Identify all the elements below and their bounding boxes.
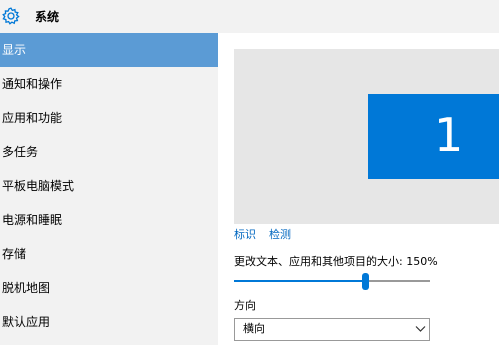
sidebar-item-power-sleep[interactable]: 电源和睡眠 (0, 203, 218, 237)
sidebar-item-default-apps[interactable]: 默认应用 (0, 305, 218, 339)
sidebar-item-tablet-mode[interactable]: 平板电脑模式 (0, 169, 218, 203)
orientation-value: 横向 (243, 322, 265, 335)
orientation-label: 方向 (234, 299, 256, 312)
sidebar: 显示 通知和操作 应用和功能 多任务 平板电脑模式 电源和睡眠 存储 脱机地图 … (0, 33, 218, 345)
scale-slider-thumb[interactable] (362, 273, 369, 290)
scale-label: 更改文本、应用和其他项目的大小: 150% (234, 255, 438, 268)
sidebar-item-notifications[interactable]: 通知和操作 (0, 67, 218, 101)
chevron-down-icon (415, 326, 426, 332)
sidebar-item-label: 应用和功能 (2, 111, 63, 125)
sidebar-item-label: 多任务 (2, 145, 39, 159)
sidebar-item-label: 平板电脑模式 (2, 179, 75, 193)
monitor-tile[interactable]: 1 (368, 94, 499, 179)
title-bar: 系统 (0, 0, 499, 33)
sidebar-item-display[interactable]: 显示 (0, 33, 218, 67)
sidebar-item-multitasking[interactable]: 多任务 (0, 135, 218, 169)
sidebar-item-storage[interactable]: 存储 (0, 237, 218, 271)
identify-link[interactable]: 标识 (234, 228, 256, 242)
scale-slider-fill[interactable] (234, 280, 365, 282)
sidebar-item-label: 通知和操作 (2, 77, 63, 91)
orientation-dropdown[interactable]: 横向 (234, 318, 430, 341)
scale-slider-track[interactable] (365, 280, 430, 282)
sidebar-item-label: 默认应用 (2, 315, 51, 329)
gear-icon (2, 7, 20, 25)
sidebar-item-label: 存储 (2, 247, 27, 261)
detect-link[interactable]: 检测 (269, 228, 291, 242)
sidebar-item-label: 电源和睡眠 (2, 213, 63, 227)
sidebar-item-apps-features[interactable]: 应用和功能 (0, 101, 218, 135)
sidebar-item-label: 显示 (2, 43, 27, 57)
sidebar-item-label: 脱机地图 (2, 281, 51, 295)
sidebar-item-offline-maps[interactable]: 脱机地图 (0, 271, 218, 305)
monitor-number: 1 (434, 108, 464, 162)
app-title: 系统 (35, 10, 60, 24)
